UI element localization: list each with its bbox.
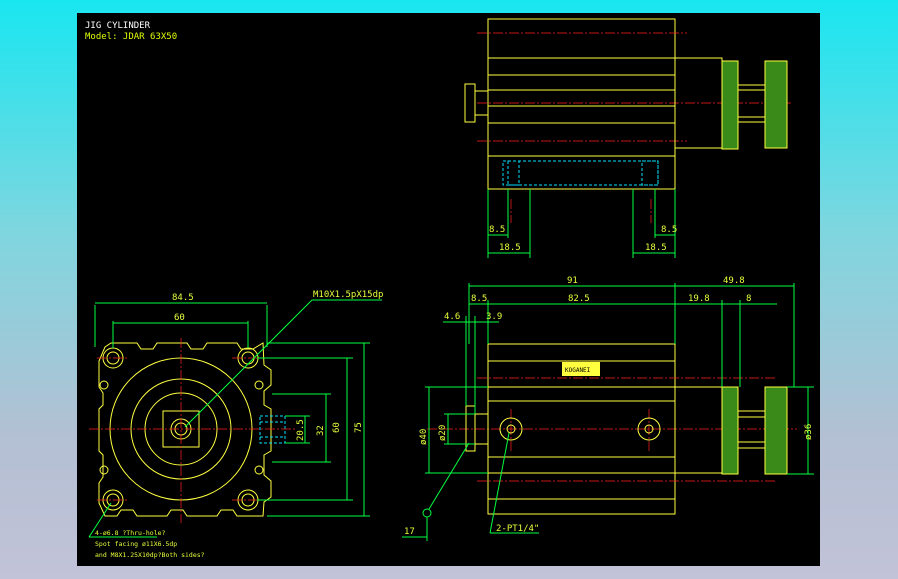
dim-side-start-offset: 8.5 (471, 294, 487, 304)
front-view: 84.5 60 60 75 32 20.5 M10X1.5pX15dp 4-ø6… (88, 290, 383, 559)
cad-drawing-canvas[interactable]: JIG CYLINDER Model: JDAR 63X50 8.5 18.5 … (77, 13, 820, 566)
dim-side-port-spacing: 82.5 (568, 294, 590, 304)
dim-front-height-holes: 60 (332, 422, 342, 433)
dim-side-tip: 17 (404, 527, 415, 537)
dim-top-right-wide: 18.5 (645, 243, 667, 253)
dim-side-rod-dia: ø20 (438, 425, 448, 441)
top-view: 8.5 18.5 8.5 18.5 (464, 18, 792, 258)
dim-side-body-length: 91 (567, 276, 578, 286)
dim-front-height-outer: 75 (354, 422, 364, 433)
hole-note-line2: Spot facing ø11X6.5dp (95, 540, 177, 548)
dim-side-knob-width: 8 (746, 294, 751, 304)
hole-note-line1: 4-ø6.8 ?Thru-hole? (95, 529, 166, 537)
drawing-svg: 8.5 18.5 8.5 18.5 84.5 60 60 75 32 20.5 … (88, 18, 814, 559)
dim-side-body-dia: ø40 (419, 429, 429, 445)
dim-side-protrusion: 49.8 (723, 276, 745, 286)
dim-side-boss: 3.9 (486, 312, 502, 322)
dim-side-knob-dia: ø36 (804, 424, 814, 440)
dim-top-left-wide: 18.5 (499, 243, 521, 253)
dim-top-left-small: 8.5 (489, 225, 505, 235)
dim-front-port-center: 32 (316, 425, 326, 436)
label-plate: KOGANEI (565, 367, 591, 374)
dim-front-port-width: 20.5 (296, 419, 306, 441)
thread-note: M10X1.5pX15dp (313, 290, 383, 300)
top-view-body (487, 18, 676, 157)
dim-front-width-outer: 84.5 (172, 293, 194, 303)
dim-side-cap-width: 19.8 (688, 294, 710, 304)
port-note: 2-PT1/4" (496, 524, 539, 534)
dim-front-width-holes: 60 (174, 313, 185, 323)
dim-side-rod-end: 4.6 (444, 312, 460, 322)
dim-top-right-small: 8.5 (661, 225, 677, 235)
hole-note-line3: and M8X1.25X10dp?Both sides? (95, 551, 205, 559)
side-view: KOGANEI 91 49.8 8.5 82.5 19.8 8 4.6 3.9 … (402, 276, 814, 541)
